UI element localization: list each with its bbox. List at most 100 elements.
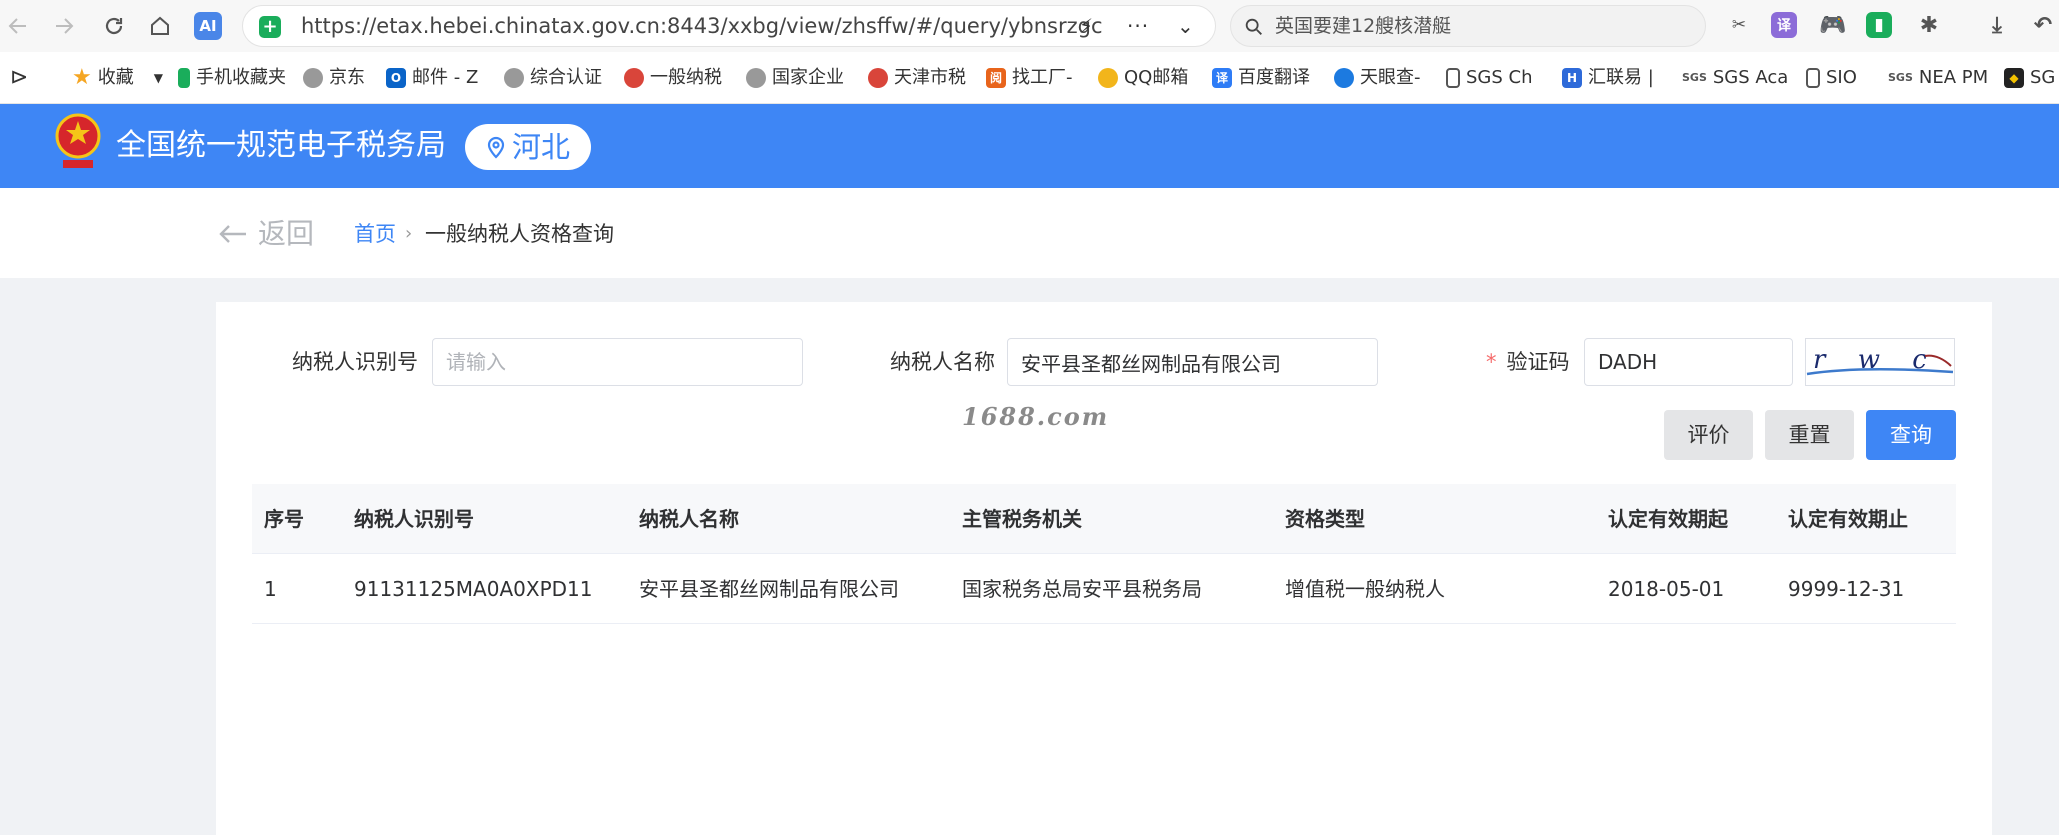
national-emblem-icon <box>55 113 101 168</box>
undo-icon[interactable]: ↶ <box>2028 10 2058 40</box>
breadcrumb-home[interactable]: 首页 <box>354 218 396 250</box>
table-header: 序号 纳税人识别号 纳税人名称 主管税务机关 资格类型 认定有效期起 认定有效期… <box>252 484 1956 554</box>
bookmark-tianjin-tax[interactable]: 天津市税 <box>868 52 966 103</box>
captcha-label: 验证码 <box>1506 350 1570 374</box>
cell-taxpayer-name: 安平县圣都丝网制品有限公司 <box>639 577 899 601</box>
bookmark-qq-mail[interactable]: QQ邮箱 <box>1098 52 1188 103</box>
arrow-left-icon <box>219 225 246 243</box>
bookmark-sgs-ch[interactable]: SGS Ch <box>1446 52 1533 103</box>
back-nav-icon[interactable] <box>0 8 36 44</box>
ai-assistant-icon[interactable]: AI <box>194 12 222 40</box>
bookmark-mail[interactable]: O 邮件 - Z <box>386 52 478 103</box>
huilianyi-icon: H <box>1562 68 1582 88</box>
taxpayer-id-label: 纳税人识别号 <box>292 350 418 374</box>
region-label: 河北 <box>511 130 570 164</box>
download-icon[interactable]: ⤓ <box>1982 10 2012 40</box>
reader-icon[interactable]: ▮ <box>1866 12 1892 38</box>
col-valid-from: 认定有效期起 <box>1608 507 1728 531</box>
cell-valid-from: 2018-05-01 <box>1608 577 1725 601</box>
query-button[interactable]: 查询 <box>1866 410 1956 460</box>
cell-taxpayer-id: 91131125MA0A0XPD11 <box>354 577 593 601</box>
forward-nav-icon[interactable] <box>46 8 82 44</box>
extension-icon[interactable]: ✱ <box>1914 10 1944 40</box>
bookmark-baidu-translate[interactable]: 译百度翻译 <box>1212 52 1310 103</box>
taxpayer-name-input[interactable] <box>1007 338 1378 386</box>
col-qualification-type: 资格类型 <box>1285 507 1365 531</box>
captcha-image[interactable]: r w c 6 <box>1805 338 1955 386</box>
bookmark-sg[interactable]: ◆ SG <box>2004 52 2055 103</box>
browser-toolbar: AI + https://etax.hebei.chinatax.gov.cn:… <box>0 0 2059 52</box>
watermark-text: 1688.com <box>962 402 1110 431</box>
tianyancha-icon <box>1334 68 1354 88</box>
doc-icon <box>1446 68 1460 88</box>
bookmark-auth[interactable]: 综合认证 <box>504 52 602 103</box>
url-text[interactable]: https://etax.hebei.chinatax.gov.cn:8443/… <box>301 6 1121 46</box>
caret-down-icon[interactable]: ▼ <box>154 52 163 103</box>
emblem-icon <box>868 68 888 88</box>
scissors-icon[interactable]: ✂ <box>1724 10 1754 40</box>
sidebar-toggle-icon[interactable]: ⊳ <box>10 52 28 103</box>
back-label: 返回 <box>258 217 315 250</box>
bookmark-favorites[interactable]: ★ 收藏 ▼ <box>72 52 163 103</box>
reset-button[interactable]: 重置 <box>1765 410 1854 460</box>
cell-qualification-type: 增值税一般纳税人 <box>1285 577 1445 601</box>
secure-shield-icon: + <box>259 16 281 38</box>
bookmark-enterprise[interactable]: 国家企业 <box>746 52 844 103</box>
col-index: 序号 <box>264 507 304 531</box>
doc-icon <box>1806 68 1820 88</box>
search-text[interactable]: 英国要建12艘核潜艇 <box>1275 6 1451 46</box>
col-tax-authority: 主管税务机关 <box>962 507 1082 531</box>
cell-tax-authority: 国家税务总局安平县税务局 <box>962 577 1202 601</box>
search-icon <box>1245 18 1262 35</box>
bookmark-nea-pm[interactable]: SGS NEA PM <box>1888 52 1988 103</box>
breadcrumb-current: 一般纳税人资格查询 <box>425 222 614 246</box>
globe-icon <box>303 68 323 88</box>
star-icon: ★ <box>72 65 92 90</box>
address-bar[interactable]: + https://etax.hebei.chinatax.gov.cn:844… <box>242 5 1216 47</box>
bookmark-huilianyi[interactable]: H 汇联易 | <box>1562 52 1654 103</box>
bookmark-mobile[interactable]: 手机收藏夹 <box>178 52 286 103</box>
back-button[interactable]: 返回 <box>218 214 314 254</box>
sgs-gold-icon: ◆ <box>2004 68 2024 88</box>
bookmark-sio[interactable]: SIO <box>1806 52 1857 103</box>
taxpayer-name-label: 纳税人名称 <box>890 350 995 374</box>
cell-index: 1 <box>264 577 277 601</box>
qq-mail-icon <box>1098 68 1118 88</box>
phone-icon <box>178 68 190 88</box>
sgs-icon: SGS <box>1888 71 1913 84</box>
captcha-label-wrap: * 验证码 <box>1486 338 1570 386</box>
reload-icon[interactable] <box>96 8 132 44</box>
col-valid-to: 认定有效期止 <box>1788 507 1908 531</box>
bookmark-general-taxpayer[interactable]: 一般纳税 <box>624 52 722 103</box>
factory-icon: 阅 <box>986 68 1006 88</box>
lightning-icon[interactable]: ⚡ <box>1079 6 1093 46</box>
results-table: 序号 纳税人识别号 纳税人名称 主管税务机关 资格类型 认定有效期起 认定有效期… <box>252 484 1956 624</box>
gamepad-icon[interactable]: 🎮 <box>1818 10 1848 40</box>
outlook-icon: O <box>386 68 406 88</box>
chevron-down-icon[interactable]: ⌄ <box>1177 6 1194 46</box>
bookmarks-bar: ⊳ ★ 收藏 ▼ 手机收藏夹 京东 O 邮件 - Z 综合认证 一般纳税 国家企业 天… <box>0 52 2059 104</box>
captcha-input[interactable] <box>1584 338 1793 386</box>
translate-icon[interactable]: 译 <box>1771 12 1797 38</box>
col-taxpayer-id: 纳税人识别号 <box>354 507 474 531</box>
bookmark-jd[interactable]: 京东 <box>303 52 365 103</box>
location-pin-icon <box>487 136 505 159</box>
bookmark-tianyancha[interactable]: 天眼查- <box>1334 52 1421 103</box>
col-taxpayer-name: 纳税人名称 <box>639 507 739 531</box>
more-icon[interactable]: ··· <box>1127 6 1149 46</box>
taxpayer-id-input[interactable] <box>432 338 803 386</box>
emblem-icon <box>624 68 644 88</box>
evaluate-button[interactable]: 评价 <box>1664 410 1753 460</box>
bookmark-factory[interactable]: 阅找工厂- <box>986 52 1073 103</box>
site-title: 全国统一规范电子税务局 <box>116 128 446 163</box>
search-box[interactable]: 英国要建12艘核潜艇 <box>1230 5 1706 47</box>
globe-icon <box>504 68 524 88</box>
translate-icon: 译 <box>1212 68 1232 88</box>
home-icon[interactable] <box>142 8 178 44</box>
bookmark-sgs-academy[interactable]: SGS SGS Aca <box>1682 52 1788 103</box>
table-row: 1 91131125MA0A0XPD11 安平县圣都丝网制品有限公司 国家税务总… <box>252 554 1956 624</box>
cell-valid-to: 9999-12-31 <box>1788 577 1905 601</box>
breadcrumb-separator: › <box>405 223 413 244</box>
sgs-icon: SGS <box>1682 71 1707 84</box>
region-selector[interactable]: 河北 <box>465 124 591 170</box>
